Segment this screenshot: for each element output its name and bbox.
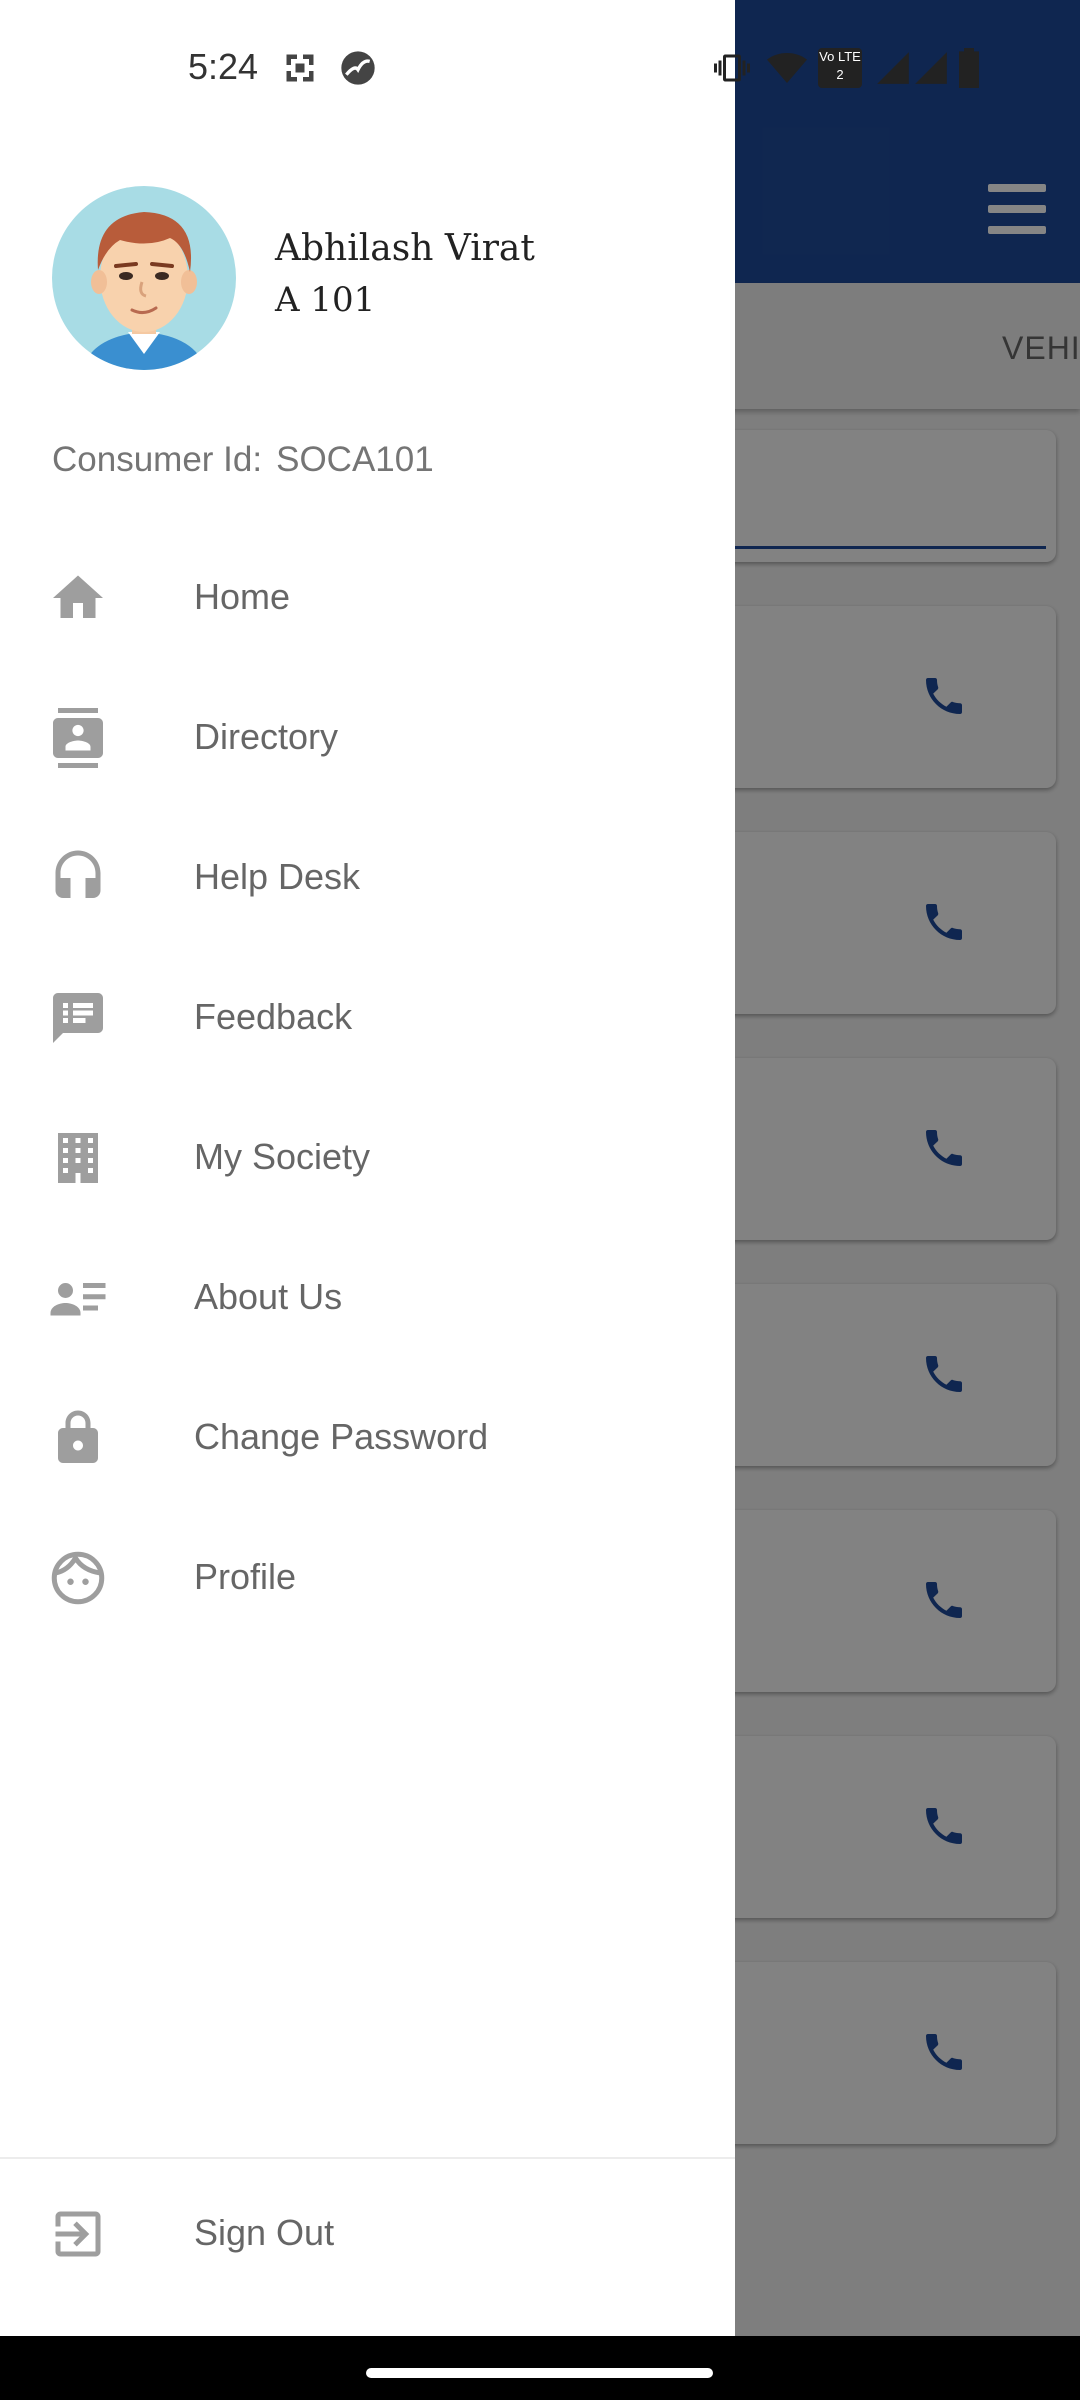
headset-icon [55,850,101,898]
menu-item-label: Change Password [194,1416,489,1457]
about-icon [50,1283,106,1316]
status-bar: 5:24 Vo LTE 2 [0,0,1080,135]
menu-item-change-password[interactable]: Change Password [0,1376,735,1496]
feedback-icon [53,993,103,1043]
user-name: Abhilash Virat [275,228,535,269]
screenshot-icon [286,54,314,82]
menu-item-my-society[interactable]: My Society [0,1096,735,1216]
avatar[interactable] [52,186,236,370]
exit-icon [55,2211,101,2257]
sign-out-label: Sign Out [194,2212,335,2253]
status-time: 5:24 [188,46,259,87]
menu-item-feedback[interactable]: Feedback [0,956,735,1076]
signal-icon [877,52,909,84]
wifi-icon [767,53,807,83]
sign-out-button[interactable]: Sign Out [0,2172,735,2292]
menu-item-help-desk[interactable]: Help Desk [0,816,735,936]
lock-icon [58,1410,98,1463]
user-unit: A 101 [275,280,376,320]
menu-item-label: Home [194,576,291,617]
menu-item-label: Profile [194,1556,297,1597]
menu-item-profile[interactable]: Profile [0,1516,735,1636]
consumer-id-value: SOCA101 [276,440,434,479]
home-gesture-bar[interactable] [366,2368,713,2378]
building-icon [58,1133,98,1183]
face-icon [51,1551,105,1605]
menu-item-home[interactable]: Home [0,536,735,656]
vibrate-icon [714,54,750,82]
signal-icon [915,52,947,84]
menu-item-label: Feedback [194,996,353,1037]
consumer-id: Consumer Id: SOCA101 [52,440,434,480]
app-icon [341,51,375,85]
menu-item-label: Help Desk [194,856,361,897]
contacts-icon [53,708,103,768]
drawer-divider [0,2157,735,2159]
avatar-illustration [82,212,206,370]
home-icon [53,575,103,618]
volte-icon: Vo LTE 2 [818,48,862,88]
menu-item-about-us[interactable]: About Us [0,1236,735,1356]
menu-item-directory[interactable]: Directory [0,676,735,796]
menu-item-label: Directory [194,716,339,757]
consumer-id-label: Consumer Id: [52,440,263,479]
navigation-drawer: Abhilash Virat A 101 Consumer Id: SOCA101… [0,0,735,2336]
menu-item-label: My Society [194,1136,371,1177]
menu-item-label: About Us [194,1276,343,1317]
battery-icon [959,48,979,88]
